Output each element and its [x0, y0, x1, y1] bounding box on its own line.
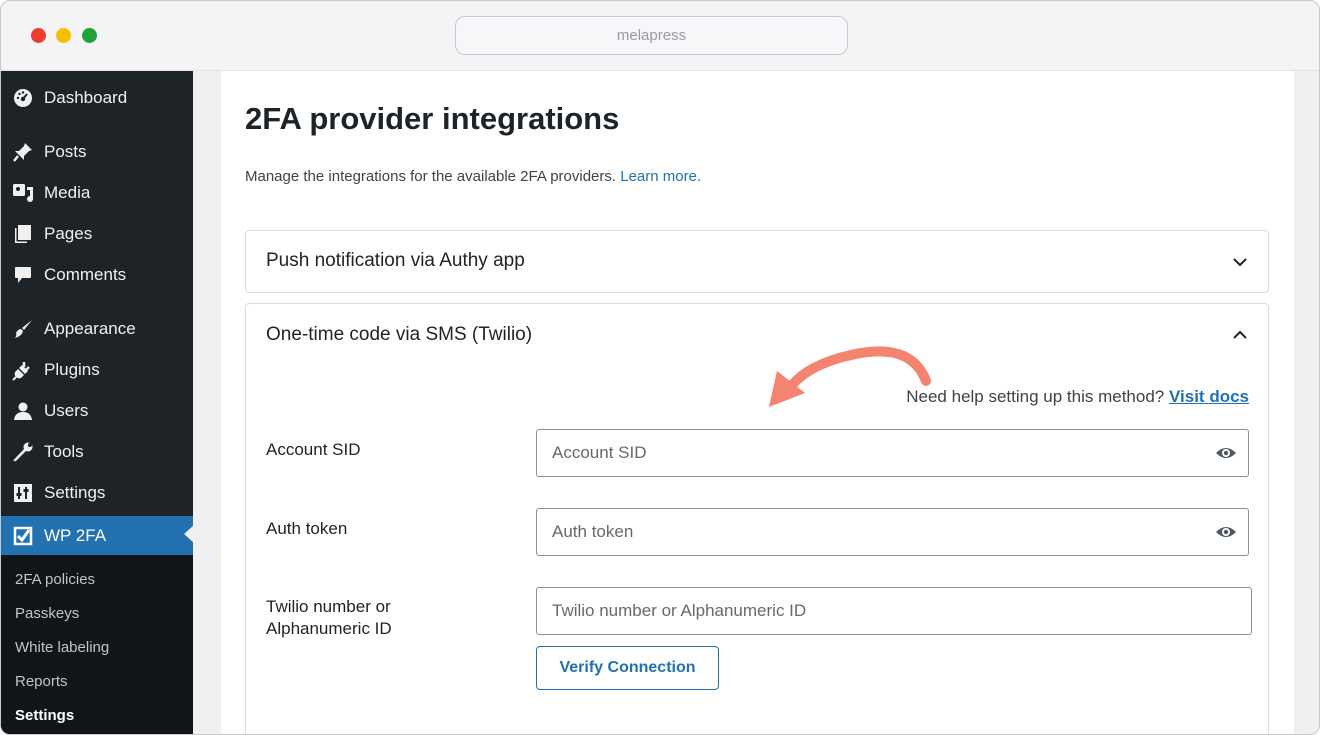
sliders-icon	[11, 481, 35, 505]
eye-icon[interactable]	[1215, 521, 1237, 543]
close-window-button[interactable]	[31, 28, 46, 43]
sidebar-item-wp-2fa[interactable]: WP 2FA	[1, 516, 194, 555]
verify-connection-button[interactable]: Verify Connection	[536, 646, 719, 690]
sidebar-item-appearance[interactable]: Appearance	[1, 311, 193, 347]
sidebar-item-label: Tools	[44, 442, 84, 461]
active-indicator	[184, 525, 194, 543]
wp2fa-icon	[11, 524, 35, 548]
sidebar-item-media[interactable]: Media	[1, 175, 193, 211]
sidebar-item-label: Media	[44, 183, 91, 202]
main-content: 2FA provider integrations Manage the int…	[221, 71, 1294, 734]
sidebar-item-label: WP 2FA	[44, 525, 107, 545]
submenu-item-reports[interactable]: Reports	[15, 673, 68, 690]
submenu-item-white-labeling[interactable]: White labeling	[15, 639, 109, 656]
twilio-panel: One-time code via SMS (Twilio) Need help…	[245, 303, 1269, 734]
sidebar-item-label: Users	[44, 401, 89, 420]
sidebar-item-posts[interactable]: Posts	[1, 134, 193, 170]
sidebar-item-label: Dashboard	[44, 88, 128, 107]
wp-2fa-submenu: 2FA policies Passkeys White labeling Rep…	[1, 555, 193, 734]
brush-icon	[11, 317, 35, 341]
page-description: Manage the integrations for the availabl…	[245, 168, 701, 185]
sidebar-item-settings[interactable]: Settings	[1, 475, 193, 511]
sidebar-item-label: Settings	[44, 483, 106, 502]
sidebar-item-label: Pages	[44, 224, 93, 243]
sidebar-item-comments[interactable]: Comments	[1, 257, 193, 293]
browser-window: melapress Dashboard Posts Media Pages Co…	[0, 0, 1320, 735]
sidebar-item-pages[interactable]: Pages	[1, 216, 193, 252]
annotation-arrow-icon	[769, 346, 931, 407]
twilio-number-label: Twilio number or Alphanumeric ID	[266, 597, 392, 638]
authy-panel-header[interactable]: Push notification via Authy app	[245, 230, 1269, 293]
sidebar-item-dashboard[interactable]: Dashboard	[1, 80, 193, 116]
user-icon	[11, 399, 35, 423]
eye-icon[interactable]	[1215, 442, 1237, 464]
auth-token-input[interactable]	[536, 508, 1249, 556]
maximize-window-button[interactable]	[82, 28, 97, 43]
media-icon	[11, 181, 35, 205]
sidebar-item-users[interactable]: Users	[1, 393, 193, 429]
title-bar: melapress	[1, 1, 1319, 71]
account-sid-input[interactable]	[536, 429, 1249, 477]
submenu-item-passkeys[interactable]: Passkeys	[15, 605, 79, 622]
panel-title: Push notification via Authy app	[266, 250, 525, 271]
twilio-number-input[interactable]	[536, 587, 1252, 635]
sidebar-item-label: Plugins	[44, 360, 100, 379]
page-title: 2FA provider integrations	[245, 101, 620, 136]
comment-icon	[11, 263, 35, 287]
sidebar-item-label: Comments	[44, 265, 127, 284]
pages-icon	[11, 222, 35, 246]
minimize-window-button[interactable]	[56, 28, 71, 43]
description-text: Manage the integrations for the availabl…	[245, 168, 617, 185]
submenu-item-settings[interactable]: Settings	[15, 707, 74, 724]
help-text: Need help setting up this method? Visit …	[906, 387, 1249, 407]
auth-token-label: Auth token	[266, 519, 348, 538]
panel-title: One-time code via SMS (Twilio)	[266, 324, 533, 345]
sidebar-item-label: Appearance	[44, 319, 136, 338]
admin-sidebar: Dashboard Posts Media Pages Comments App…	[1, 71, 194, 734]
sidebar-item-label: Posts	[44, 142, 87, 161]
sidebar-item-tools[interactable]: Tools	[1, 434, 193, 470]
pin-icon	[11, 140, 35, 164]
address-bar[interactable]: melapress	[455, 16, 848, 55]
submenu-item-2fa-policies[interactable]: 2FA policies	[15, 571, 95, 588]
dashboard-icon	[11, 86, 35, 110]
chevron-up-icon[interactable]	[1230, 325, 1250, 345]
wrench-icon	[11, 440, 35, 464]
chevron-down-icon[interactable]	[1230, 252, 1250, 272]
visit-docs-link[interactable]: Visit docs	[1169, 387, 1249, 406]
account-sid-label: Account SID	[266, 440, 361, 459]
plug-icon	[11, 358, 35, 382]
sidebar-item-plugins[interactable]: Plugins	[1, 352, 193, 388]
learn-more-link[interactable]: Learn more.	[620, 168, 701, 185]
